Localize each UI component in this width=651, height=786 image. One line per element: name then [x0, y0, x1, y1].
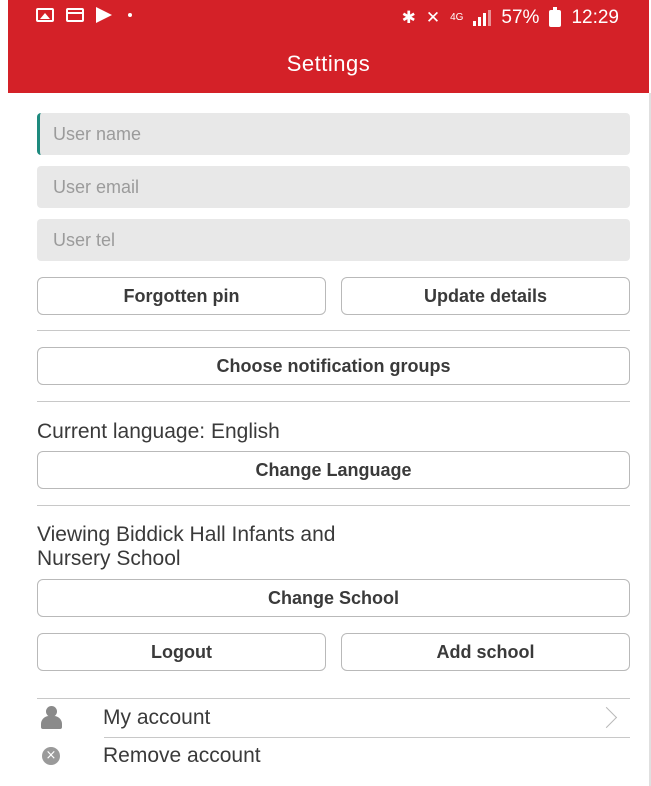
choose-notification-groups-button[interactable]: Choose notification groups: [37, 347, 630, 385]
change-school-button[interactable]: Change School: [37, 579, 630, 617]
status-bar: ✱ ✕ 4G 57% 12:29: [8, 0, 649, 38]
forgotten-pin-button[interactable]: Forgotten pin: [37, 277, 326, 315]
current-language-label: Current language: English: [37, 420, 280, 443]
update-details-button[interactable]: Update details: [341, 277, 630, 315]
mute-icon: ✕: [425, 8, 441, 27]
flag-notification-icon: [96, 7, 112, 23]
divider: [37, 505, 630, 506]
list-item-my-account[interactable]: My account: [37, 700, 630, 736]
list-item-label: My account: [103, 706, 211, 729]
list-item-remove-account[interactable]: × Remove account: [37, 738, 630, 774]
calendar-notification-icon: [66, 8, 84, 22]
notification-icons: [36, 7, 132, 23]
user-name-field[interactable]: [37, 113, 630, 155]
network-type-icon: 4G: [450, 12, 464, 23]
more-notifications-icon: [128, 13, 132, 17]
system-icons: ✱ ✕ 4G 57% 12:29: [401, 6, 619, 29]
chevron-right-icon: [595, 706, 618, 729]
divider: [37, 330, 630, 331]
settings-screen: ✱ ✕ 4G 57% 12:29 Settings Forgotten pin …: [0, 0, 651, 786]
signal-icon: [473, 10, 492, 26]
logout-button[interactable]: Logout: [37, 633, 326, 671]
user-tel-field[interactable]: [37, 219, 630, 261]
app-header: ✱ ✕ 4G 57% 12:29 Settings: [8, 0, 649, 93]
remove-circle-icon: ×: [37, 747, 65, 765]
clock: 12:29: [571, 7, 619, 28]
add-school-button[interactable]: Add school: [341, 633, 630, 671]
bluetooth-icon: ✱: [401, 8, 416, 27]
divider: [37, 401, 630, 402]
battery-percent: 57%: [501, 7, 540, 28]
image-notification-icon: [36, 8, 54, 22]
list-item-label: Remove account: [103, 744, 261, 767]
viewing-school-label-line2: Nursery School: [37, 547, 181, 570]
divider: [37, 698, 630, 699]
battery-icon: [549, 6, 562, 27]
viewing-school-label-line1: Viewing Biddick Hall Infants and: [37, 523, 336, 546]
person-icon: [37, 706, 65, 730]
user-email-field[interactable]: [37, 166, 630, 208]
change-language-button[interactable]: Change Language: [37, 451, 630, 489]
page-title: Settings: [286, 51, 371, 76]
